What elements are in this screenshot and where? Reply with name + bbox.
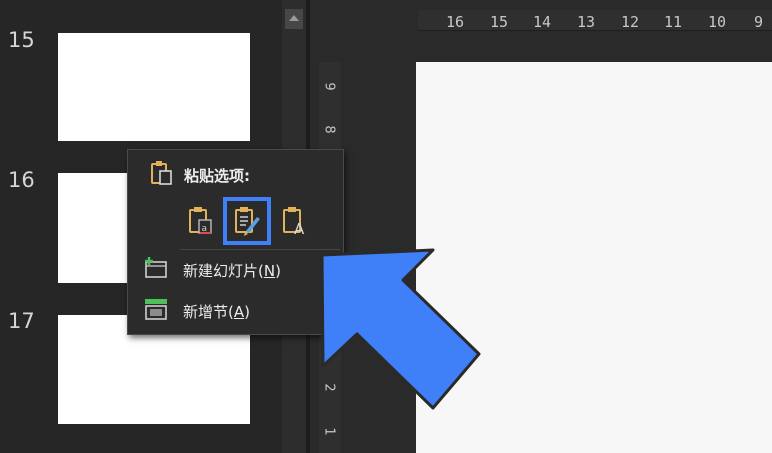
ruler-label: 8 bbox=[321, 125, 337, 134]
paste-keep-text-only-icon[interactable]: A bbox=[277, 203, 313, 239]
ruler-label: 13 bbox=[577, 13, 596, 31]
new-slide-label: 新建幻灯片(N) bbox=[183, 261, 281, 280]
svg-text:A: A bbox=[294, 220, 305, 238]
slide-number-17: 17 bbox=[8, 309, 35, 333]
new-slide-icon bbox=[143, 256, 169, 284]
new-slide-menu-item[interactable]: 新建幻灯片(N) bbox=[143, 255, 281, 285]
ruler-label: 1 bbox=[321, 427, 337, 436]
paste-options-header: 粘贴选项: bbox=[150, 160, 250, 190]
paste-keep-source-formatting-icon[interactable]: a bbox=[183, 203, 219, 239]
ruler-label: 10 bbox=[708, 13, 727, 31]
ruler-label: 11 bbox=[664, 13, 683, 31]
slide-number-16: 16 bbox=[8, 168, 35, 192]
ruler-label: 15 bbox=[490, 13, 509, 31]
slide-number-15: 15 bbox=[8, 28, 35, 52]
pointer-arrow-icon bbox=[315, 248, 485, 417]
ruler-label: 14 bbox=[533, 13, 552, 31]
scroll-up-button[interactable] bbox=[285, 9, 303, 29]
ruler-label: 16 bbox=[446, 13, 465, 31]
paste-use-destination-theme-icon[interactable] bbox=[223, 197, 271, 245]
ruler-label: 9 bbox=[754, 13, 764, 31]
horizontal-ruler: 16 15 14 13 12 11 10 9 bbox=[418, 10, 772, 31]
context-menu: 粘贴选项: a A 新建幻灯片(N) 新增节(A) bbox=[127, 149, 344, 335]
ruler-label: 9 bbox=[321, 82, 337, 91]
paste-options-label: 粘贴选项: bbox=[184, 166, 250, 185]
slide-thumbnail-15[interactable] bbox=[58, 33, 250, 141]
new-section-label: 新增节(A) bbox=[183, 302, 250, 321]
clipboard-icon bbox=[150, 160, 174, 190]
new-section-menu-item[interactable]: 新增节(A) bbox=[143, 296, 250, 326]
new-section-icon bbox=[143, 297, 169, 325]
ruler-label: 12 bbox=[621, 13, 640, 31]
